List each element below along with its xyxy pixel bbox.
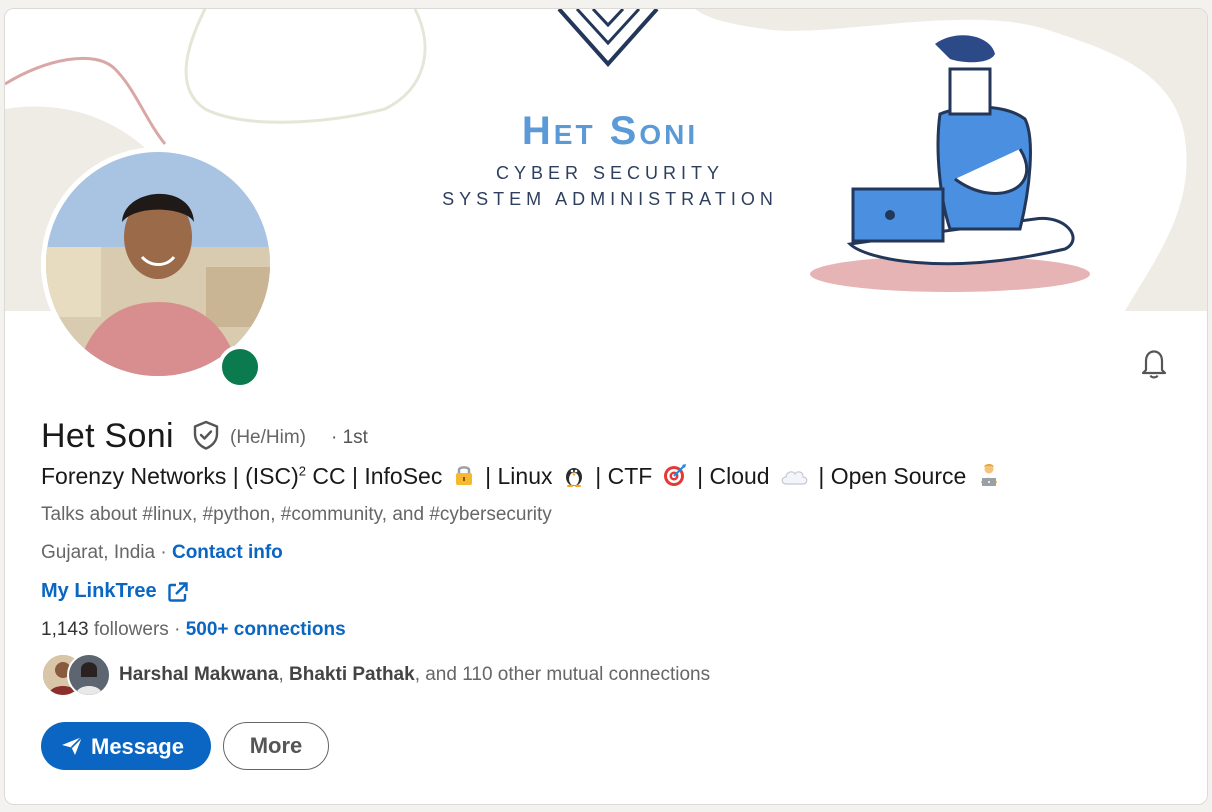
followers-label: followers bbox=[93, 619, 169, 640]
bell-icon[interactable] bbox=[1135, 345, 1173, 383]
profile-headline: Forenzy Networks | (ISC)2 CC | InfoSec |… bbox=[41, 463, 1005, 493]
more-button[interactable]: More bbox=[223, 722, 329, 770]
pronouns: (He/Him) bbox=[230, 427, 306, 448]
message-button-label: Message bbox=[91, 734, 184, 759]
mutual-connections-text[interactable]: Harshal Makwana, Bhakti Pathak, and 110 … bbox=[119, 664, 710, 686]
shield-check-icon[interactable] bbox=[191, 419, 221, 451]
headline-part: CC | InfoSec bbox=[305, 463, 443, 489]
talks-about: Talks about #linux, #python, #community,… bbox=[41, 504, 552, 525]
headline-part: | Cloud bbox=[697, 463, 770, 489]
location-row: Gujarat, India · Contact info bbox=[41, 542, 283, 564]
connections-link[interactable]: 500+ connections bbox=[186, 619, 346, 640]
mutual-rest: , and 110 other mutual connections bbox=[414, 664, 711, 685]
location-text: Gujarat, India bbox=[41, 542, 156, 563]
mutual-connection-avatars[interactable] bbox=[41, 653, 111, 697]
banner-subtitle-1: CYBER SECURITY bbox=[495, 163, 725, 183]
headline-part: | Linux bbox=[485, 463, 553, 489]
headline-part: Forenzy Networks | (ISC) bbox=[41, 463, 299, 489]
headline-part: | CTF bbox=[595, 463, 653, 489]
profile-name: Het Soni bbox=[41, 417, 174, 455]
connections-separator: · bbox=[168, 619, 186, 640]
location-separator: · bbox=[155, 542, 172, 563]
followers-count: 1,143 bbox=[41, 619, 89, 640]
target-emoji-icon bbox=[663, 463, 687, 493]
connection-degree: · 1st bbox=[331, 427, 368, 448]
message-button[interactable]: Message bbox=[41, 722, 211, 770]
contact-info-link[interactable]: Contact info bbox=[172, 542, 283, 563]
followers-row: 1,143 followers · 500+ connections bbox=[41, 619, 346, 641]
headline-part: | Open Source bbox=[818, 463, 967, 489]
profile-card: Het Soni CYBER SECURITY SYSTEM ADMINISTR… bbox=[4, 8, 1208, 805]
technologist-emoji-icon bbox=[977, 463, 1001, 493]
avatar[interactable] bbox=[46, 152, 270, 376]
banner-subtitle-2: SYSTEM ADMINISTRATION bbox=[442, 189, 778, 209]
mutual-connection-name[interactable]: Harshal Makwana bbox=[119, 664, 278, 685]
online-status-indicator bbox=[218, 345, 262, 389]
lock-emoji-icon bbox=[453, 463, 475, 493]
website-link[interactable]: My LinkTree bbox=[41, 580, 157, 603]
avatar[interactable] bbox=[67, 653, 111, 697]
paper-plane-icon bbox=[62, 736, 83, 755]
banner-title: Het Soni bbox=[521, 109, 699, 153]
external-link-icon[interactable] bbox=[167, 581, 189, 603]
headline-superscript: 2 bbox=[298, 463, 306, 479]
mutual-separator: , bbox=[278, 664, 290, 685]
cloud-emoji-icon bbox=[780, 466, 808, 493]
mutual-connection-name[interactable]: Bhakti Pathak bbox=[289, 664, 415, 685]
penguin-emoji-icon bbox=[563, 463, 585, 493]
